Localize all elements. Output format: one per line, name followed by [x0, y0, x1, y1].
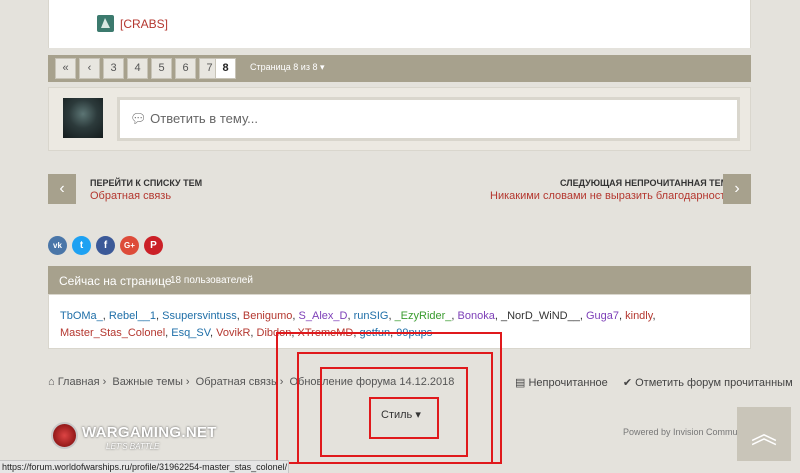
breadcrumb-item[interactable]: Важные темы [112, 376, 182, 388]
online-user-link[interactable]: Rebel__1 [109, 310, 156, 322]
prev-topic-button[interactable]: ‹ [48, 174, 76, 204]
page-4-button[interactable]: 4 [127, 58, 148, 79]
pinterest-icon[interactable]: P [144, 236, 163, 255]
next-nav-title: СЛЕДУЮЩАЯ НЕПРОЧИТАННАЯ ТЕМА [560, 178, 735, 188]
reply-box: 💬︎ Ответить в тему... [48, 87, 751, 151]
prev-nav-title: ПЕРЕЙТИ К СПИСКУ ТЕМ [90, 178, 203, 188]
page-3-button[interactable]: 3 [103, 58, 124, 79]
page-8-current[interactable]: 8 [215, 58, 236, 79]
logo-tagline: LET'S BATTLE [106, 442, 160, 451]
online-users-header: Сейчас на странице 18 пользователей [48, 266, 751, 294]
online-user-link[interactable]: _NorD_WiND__ [501, 310, 580, 322]
mark-read-link[interactable]: ✔ Отметить форум прочитанным [623, 377, 793, 389]
annotation-box-inner [369, 397, 439, 439]
page-jump-dropdown[interactable]: Страница 8 из 8 ▾ [250, 62, 324, 73]
prev-topic-link[interactable]: Обратная связь [90, 190, 171, 202]
unread-link[interactable]: ▤ Непрочитанное [515, 377, 608, 389]
next-topic-button[interactable]: › [723, 174, 751, 204]
double-chevron-up-icon: ︽ [750, 419, 777, 449]
post-card: [CRABS] [48, 0, 751, 48]
online-user-link[interactable]: Esq_SV [171, 327, 210, 339]
facebook-icon[interactable]: f [96, 236, 115, 255]
page-6-button[interactable]: 6 [175, 58, 196, 79]
online-user-link[interactable]: Benigumo [243, 310, 293, 322]
clan-shield-icon [97, 15, 114, 32]
online-title: Сейчас на странице [59, 274, 172, 288]
clan-tag-link[interactable]: [CRABS] [120, 17, 168, 31]
pagination-bar: « ‹ 3 4 5 6 7 8 Страница 8 из 8 ▾ [48, 55, 751, 82]
wargaming-badge-icon [51, 422, 78, 449]
status-bar-url: https://forum.worldofwarships.ru/profile… [0, 460, 289, 473]
logo-name: WARGAMING.NET [82, 424, 217, 441]
online-user-link[interactable]: runSIG [354, 310, 389, 322]
comment-icon: 💬︎ [130, 111, 151, 126]
online-user-link[interactable]: Master_Stas_Colonel [60, 327, 165, 339]
scroll-to-top-button[interactable]: ︽ [737, 407, 791, 461]
online-user-link[interactable]: _EzyRider_ [395, 310, 452, 322]
first-page-button[interactable]: « [55, 58, 76, 79]
chevron-left-icon: ‹ [59, 180, 65, 197]
powered-by-link[interactable]: Powered by Invision Community [623, 427, 752, 437]
online-user-link[interactable]: VovikR [216, 327, 250, 339]
online-user-link[interactable]: TbOMa_ [60, 310, 103, 322]
user-separator: , [652, 310, 656, 322]
next-topic-link[interactable]: Никакими словами не выразить благодарнос… [490, 190, 731, 202]
breadcrumb-sep: › [102, 376, 107, 388]
avatar [63, 98, 103, 138]
google-plus-icon[interactable]: G+ [120, 236, 139, 255]
online-user-link[interactable]: S_Alex_D [299, 310, 348, 322]
reply-input[interactable]: 💬︎ Ответить в тему... [117, 97, 740, 141]
page-5-button[interactable]: 5 [151, 58, 172, 79]
breadcrumb-home[interactable]: ⌂ Главная [48, 376, 100, 388]
reply-placeholder: Ответить в тему... [150, 111, 258, 126]
footer-actions: ▤ Непрочитанное ✔ Отметить форум прочита… [515, 376, 793, 389]
vk-icon[interactable]: vk [48, 236, 67, 255]
online-user-link[interactable]: Guga7 [586, 310, 619, 322]
breadcrumb-sep: › [185, 376, 190, 388]
online-user-link[interactable]: kindly [625, 310, 652, 322]
wargaming-logo[interactable]: WARGAMING.NET LET'S BATTLE [51, 420, 216, 454]
online-user-link[interactable]: Ssupersvintuss [162, 310, 237, 322]
breadcrumb-item[interactable]: Обратная связь [196, 376, 277, 388]
twitter-icon[interactable]: t [72, 236, 91, 255]
chevron-right-icon: › [734, 180, 740, 197]
online-user-link[interactable]: Bonoka [458, 310, 495, 322]
prev-page-button[interactable]: ‹ [79, 58, 100, 79]
online-count: 18 пользователей [170, 275, 253, 286]
